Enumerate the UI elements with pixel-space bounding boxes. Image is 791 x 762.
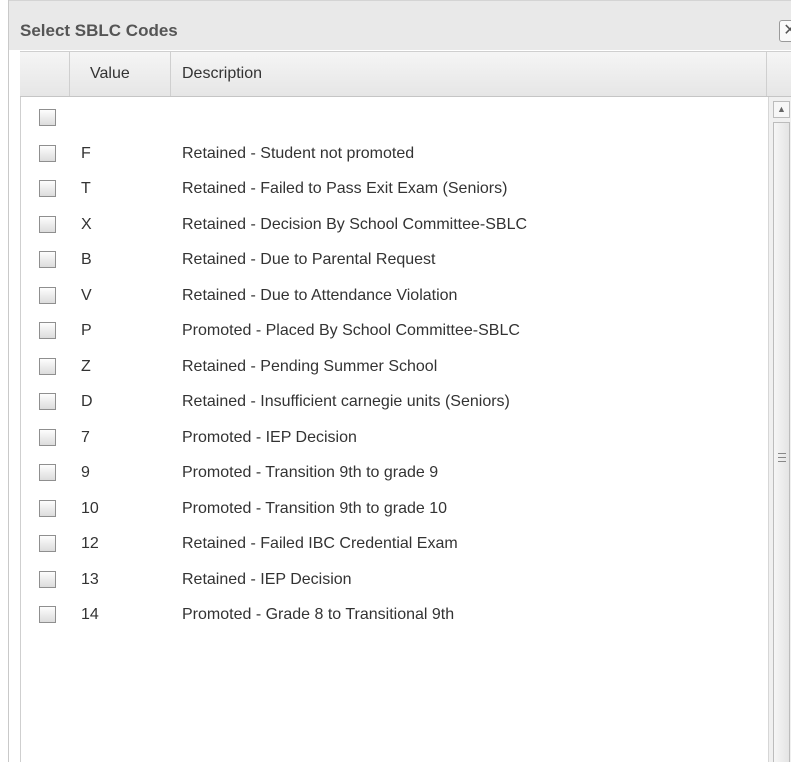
row-description: Retained - Failed IBC Credential Exam [182,535,458,552]
row-description: Promoted - Placed By School Committee-SB… [182,322,520,339]
select-sblc-codes-dialog: Select SBLC Codes ✕ Value Description F R… [8,0,791,762]
row-description: Retained - Due to Parental Request [182,251,436,268]
table-row[interactable]: 13 Retained - IEP Decision [21,562,767,597]
row-checkbox[interactable] [39,499,56,517]
table-row[interactable]: P Promoted - Placed By School Committee-S… [21,313,767,348]
row-checkbox[interactable] [39,286,56,304]
row-checkbox[interactable] [39,180,56,197]
vertical-scrollbar[interactable]: ▲ [768,97,791,762]
row-value: 7 [81,428,90,446]
row-description: Retained - IEP Decision [182,570,352,588]
row-description: Retained - Insufficient carnegie units (… [182,393,510,410]
row-value: 10 [81,499,99,517]
row-value: Z [81,357,91,375]
row-description: Retained - Decision By School Committee-… [182,215,528,233]
dialog-titlebar: Select SBLC Codes ✕ [9,0,791,50]
row-checkbox[interactable] [39,251,56,268]
row-checkbox[interactable] [39,393,56,410]
scroll-up-arrow-icon[interactable]: ▲ [773,101,790,118]
table-row[interactable]: V Retained - Due to Attendance Violation [21,278,767,313]
table-row[interactable]: X Retained - Decision By School Committee… [21,207,767,242]
row-checkbox[interactable] [39,606,56,623]
table-row[interactable]: 9 Promoted - Transition 9th to grade 9 [21,455,767,490]
row-value: 13 [81,570,99,588]
row-value: 12 [81,535,99,552]
close-button[interactable]: ✕ [779,20,791,42]
select-column-header[interactable] [20,52,70,96]
table-row[interactable]: D Retained - Insufficient carnegie units … [21,384,767,419]
row-checkbox[interactable] [39,357,56,375]
description-column-header[interactable]: Description [171,52,767,96]
row-checkbox[interactable] [39,464,56,481]
codes-grid: F Retained - Student not promoted T Retaine… [20,97,791,762]
row-checkbox[interactable] [39,215,56,233]
row-checkbox[interactable] [39,322,56,339]
table-row[interactable]: 14 Promoted - Grade 8 to Transitional 9th [21,597,767,632]
row-description: Promoted - Transition 9th to grade 10 [182,499,448,517]
row-checkbox[interactable] [39,570,56,588]
row-value: B [81,251,92,268]
row-description: Retained - Failed to Pass Exit Exam (Sen… [182,180,508,197]
row-value: P [81,322,92,339]
table-row[interactable]: T Retained - Failed to Pass Exit Exam (Se… [21,171,767,206]
table-row[interactable]: B Retained - Due to Parental Request [21,242,767,277]
row-description: Promoted - Grade 8 to Transitional 9th [182,606,455,623]
row-value: T [81,180,91,197]
row-value: 14 [81,606,99,623]
row-description: Promoted - Transition 9th to grade 9 [182,464,439,481]
row-checkbox[interactable] [39,428,56,446]
row-checkbox[interactable] [39,535,56,552]
table-row[interactable]: 10 Promoted - Transition 9th to grade 10 [21,491,767,526]
row-value: F [81,144,91,162]
row-checkbox[interactable] [39,109,56,126]
row-description: Retained - Due to Attendance Violation [182,286,458,304]
grid-header-row: Value Description [20,51,791,97]
row-description: Promoted - IEP Decision [182,428,357,446]
row-value: X [81,215,92,233]
scrollbar-grip-icon [778,453,786,462]
value-column-header[interactable]: Value [70,52,171,96]
scrollbar-thumb[interactable] [773,122,790,762]
table-row[interactable]: Z Retained - Pending Summer School [21,349,767,384]
table-row[interactable]: F Retained - Student not promoted [21,136,767,171]
table-row[interactable]: 12 Retained - Failed IBC Credential Exam [21,526,767,561]
table-row[interactable] [21,100,767,135]
row-value: D [81,393,93,410]
table-row[interactable]: 7 Promoted - IEP Decision [21,420,767,455]
dialog-title: Select SBLC Codes [20,21,178,40]
row-description: Retained - Pending Summer School [182,357,438,375]
row-value: 9 [81,464,90,481]
row-value: V [81,286,92,304]
row-description: Retained - Student not promoted [182,144,415,162]
row-checkbox[interactable] [39,144,56,162]
